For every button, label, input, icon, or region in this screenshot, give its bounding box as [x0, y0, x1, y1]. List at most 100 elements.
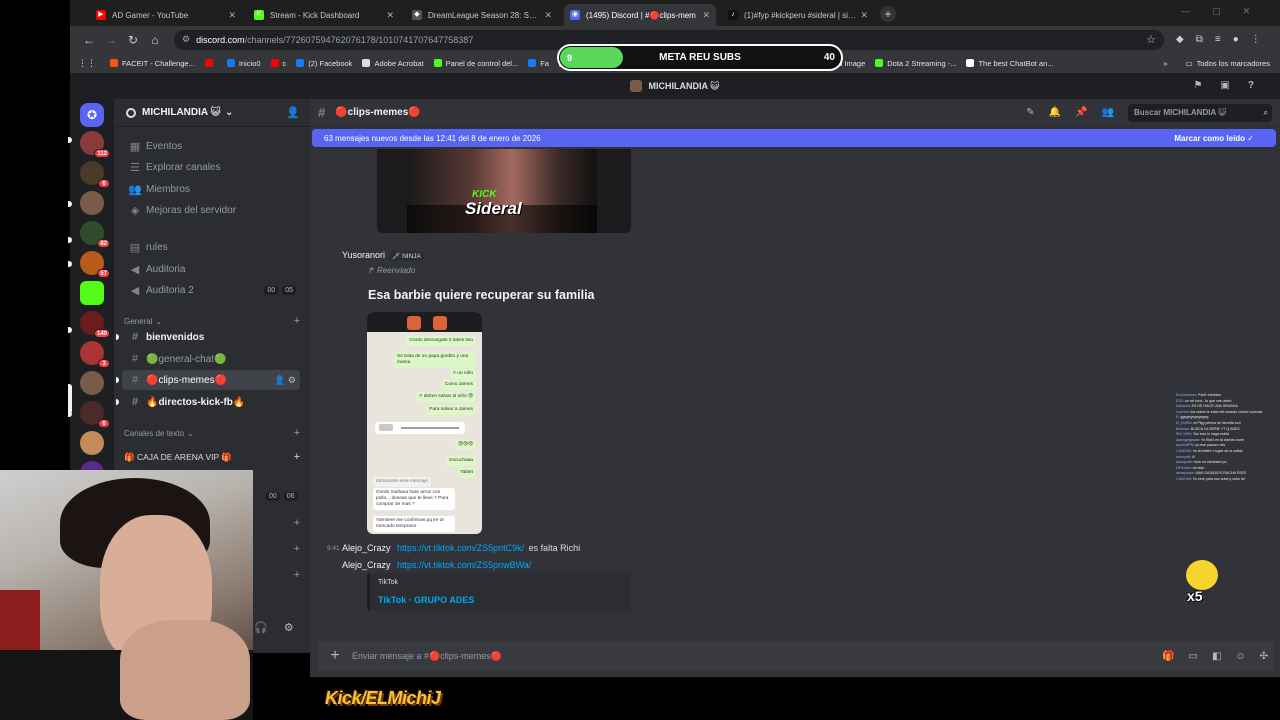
- tab-close-icon[interactable]: ✕: [386, 10, 394, 21]
- bookmark-item[interactable]: Adobe Acrobat: [362, 59, 424, 68]
- attach-plus-icon[interactable]: +: [318, 647, 352, 665]
- add-channel-icon[interactable]: +: [294, 451, 300, 463]
- mark-as-read-button[interactable]: Marcar como leído ✓: [1174, 134, 1254, 143]
- apps-icon[interactable]: ✣: [1260, 651, 1268, 662]
- tab-close-icon[interactable]: ✕: [228, 10, 236, 21]
- extensions-puzzle-icon[interactable]: ⧉: [1196, 34, 1203, 45]
- server-icon[interactable]: 6: [80, 401, 110, 428]
- notification-bell-icon[interactable]: 🔔: [1049, 107, 1061, 118]
- server-icon[interactable]: 112: [80, 131, 110, 158]
- site-info-icon[interactable]: ⚙: [182, 34, 190, 45]
- bookmark-favicon-icon: [528, 59, 537, 67]
- author-name[interactable]: Alejo_Crazy: [342, 543, 391, 553]
- server-icon[interactable]: [80, 431, 104, 455]
- nav-server-boost[interactable]: ◈ Mejoras del servidor: [122, 200, 300, 220]
- pin-icon[interactable]: 📌: [1075, 107, 1087, 118]
- bookmark-item[interactable]: FACEIT - Challenge...: [110, 59, 195, 68]
- apps-grid-icon[interactable]: ⋮⋮: [78, 58, 96, 69]
- menu-kebab-icon[interactable]: ⋮: [1251, 34, 1261, 45]
- server-icon[interactable]: [80, 191, 104, 215]
- window-controls[interactable]: —▢✕: [1181, 6, 1272, 17]
- member-list-icon[interactable]: 👥: [1102, 107, 1114, 118]
- browser-tab[interactable]: K Stream - Kick Dashboard ✕: [248, 4, 400, 26]
- search-input[interactable]: Buscar MICHILANDIA 😺 ⌕: [1128, 103, 1272, 122]
- settings-icon[interactable]: ⚙: [284, 621, 294, 634]
- titlebar-icons[interactable]: ⚑▣?: [1193, 80, 1272, 91]
- channel-directos-kick-fb[interactable]: # 🔥directos-kick-fb🔥: [116, 392, 300, 412]
- author-name[interactable]: Alejo_Crazy: [342, 560, 391, 570]
- back-icon[interactable]: ←: [78, 33, 100, 47]
- bookmark-item[interactable]: (2) Facebook: [296, 59, 352, 68]
- bookmark-label: Fa: [540, 58, 549, 68]
- browser-tab[interactable]: ▶ AD Gamer - YouTube ✕: [90, 4, 242, 26]
- headphones-icon[interactable]: 🎧: [254, 621, 268, 634]
- add-channel-icon[interactable]: +: [294, 315, 300, 327]
- gif-icon[interactable]: ▭: [1188, 651, 1197, 662]
- video-thumbnail[interactable]: KICK Sideral: [377, 149, 631, 233]
- category-general[interactable]: General ⌄ +: [124, 315, 300, 327]
- sticker-icon[interactable]: ◧: [1212, 651, 1221, 662]
- new-messages-banner[interactable]: 63 mensajes nuevos desde las 12:41 del 8…: [312, 129, 1276, 147]
- add-channel-icon[interactable]: +: [294, 569, 300, 581]
- new-tab-button[interactable]: +: [880, 6, 896, 22]
- forward-icon[interactable]: →: [100, 33, 122, 47]
- mention-badge: 3: [98, 359, 110, 368]
- emoji-icon[interactable]: ☺: [1235, 651, 1245, 662]
- gift-icon[interactable]: 🎁: [1162, 651, 1174, 662]
- bookmark-item[interactable]: Panel de control del...: [433, 59, 518, 68]
- category-caja-de-arena[interactable]: 🎁 CAJA DE ARENA VIP 🎁 +: [124, 451, 300, 463]
- message-author[interactable]: Yusoranori 🗡 NINJA: [342, 250, 424, 261]
- browser-tab[interactable]: ♪ (1)#fyp #kickperu #sideral | side ✕: [722, 4, 874, 26]
- category-text-channels[interactable]: Canales de texto ⌄ +: [124, 427, 300, 439]
- nav-members[interactable]: 👥 Miembros: [122, 179, 300, 199]
- tab-close-icon[interactable]: ✕: [702, 10, 710, 21]
- add-channel-icon[interactable]: +: [294, 517, 300, 529]
- tiktok-link[interactable]: https://vt.tiktok.com/ZS5pntC9k/: [397, 543, 524, 553]
- home-icon[interactable]: ⌂: [144, 33, 166, 47]
- server-icon[interactable]: [80, 371, 104, 395]
- tiktok-link[interactable]: https://vt.tiktok.com/ZS5pnwBWa/: [397, 560, 531, 570]
- bookmark-item[interactable]: Dota 2 Streaming -...: [875, 59, 956, 68]
- channel-rules[interactable]: ▤ rules: [122, 237, 300, 257]
- channel-clips-memes[interactable]: # 🔴clips-memes🔴 👤 ⚙: [116, 370, 300, 390]
- reload-icon[interactable]: ↻: [122, 33, 144, 47]
- threads-icon[interactable]: ✎: [1026, 107, 1034, 118]
- bookmark-item[interactable]: The best ChatBot an...: [966, 59, 1054, 68]
- boost-icon: ◈: [130, 204, 140, 217]
- server-icon[interactable]: 3: [80, 341, 110, 368]
- channel-general-chat[interactable]: # 🟢general-chat🟢: [122, 349, 300, 369]
- bookmark-item[interactable]: [204, 59, 217, 67]
- channel-actions[interactable]: 👤 ⚙: [274, 375, 296, 386]
- server-icon[interactable]: 82: [80, 221, 110, 248]
- all-bookmarks-link[interactable]: Todos los marcadores: [1197, 59, 1270, 68]
- guild-header[interactable]: MICHILANDIA 😺 ⌄ 👤: [114, 99, 310, 127]
- nav-browse-channels[interactable]: ☰ Explorar canales: [122, 157, 300, 177]
- bookmark-item[interactable]: Inicio0: [226, 59, 261, 68]
- bookmark-item[interactable]: c: [270, 59, 286, 68]
- more-bookmarks-icon[interactable]: »: [1163, 59, 1167, 68]
- whatsapp-screenshot-image[interactable]: Eliminaste este mensaje Gordo descargate…: [367, 312, 482, 534]
- server-icon[interactable]: 140: [80, 311, 110, 338]
- server-icon[interactable]: 57: [80, 251, 110, 278]
- add-channel-icon[interactable]: +: [294, 427, 300, 439]
- add-channel-icon[interactable]: +: [294, 543, 300, 555]
- invite-people-icon[interactable]: 👤: [286, 106, 300, 119]
- tab-close-icon[interactable]: ✕: [860, 10, 868, 21]
- tab-close-icon[interactable]: ✕: [544, 10, 552, 21]
- message-input[interactable]: + Enviar mensaje a #🔴clips-memes🔴 🎁 ▭ ◧ …: [318, 641, 1274, 671]
- bookmark-item[interactable]: Fa: [528, 59, 549, 68]
- server-icon[interactable]: 6: [80, 161, 110, 188]
- extension-icon[interactable]: ◆: [1176, 34, 1184, 45]
- browser-tab[interactable]: ◆ DreamLeague Season 28: South ✕: [406, 4, 558, 26]
- bookmark-star-icon[interactable]: ☆: [1146, 33, 1156, 46]
- channel-auditoria[interactable]: ◀ Auditoria: [122, 259, 300, 279]
- nav-events[interactable]: ▦ Eventos: [122, 136, 300, 156]
- discord-home-icon[interactable]: ✪: [80, 103, 104, 127]
- channel-bienvenidos[interactable]: # bienvenidos: [116, 327, 300, 347]
- profile-avatar[interactable]: ●: [1233, 34, 1239, 45]
- reading-list-icon[interactable]: ≡: [1215, 34, 1221, 45]
- server-icon[interactable]: [80, 281, 104, 305]
- channel-auditoria-2[interactable]: ◀ Auditoria 2 00 05: [122, 280, 300, 300]
- embed-title-link[interactable]: TikTok · GRUPO ADES: [378, 595, 474, 605]
- browser-tab[interactable]: ◉ (1495) Discord | #🔴clips-mem ✕: [564, 4, 716, 26]
